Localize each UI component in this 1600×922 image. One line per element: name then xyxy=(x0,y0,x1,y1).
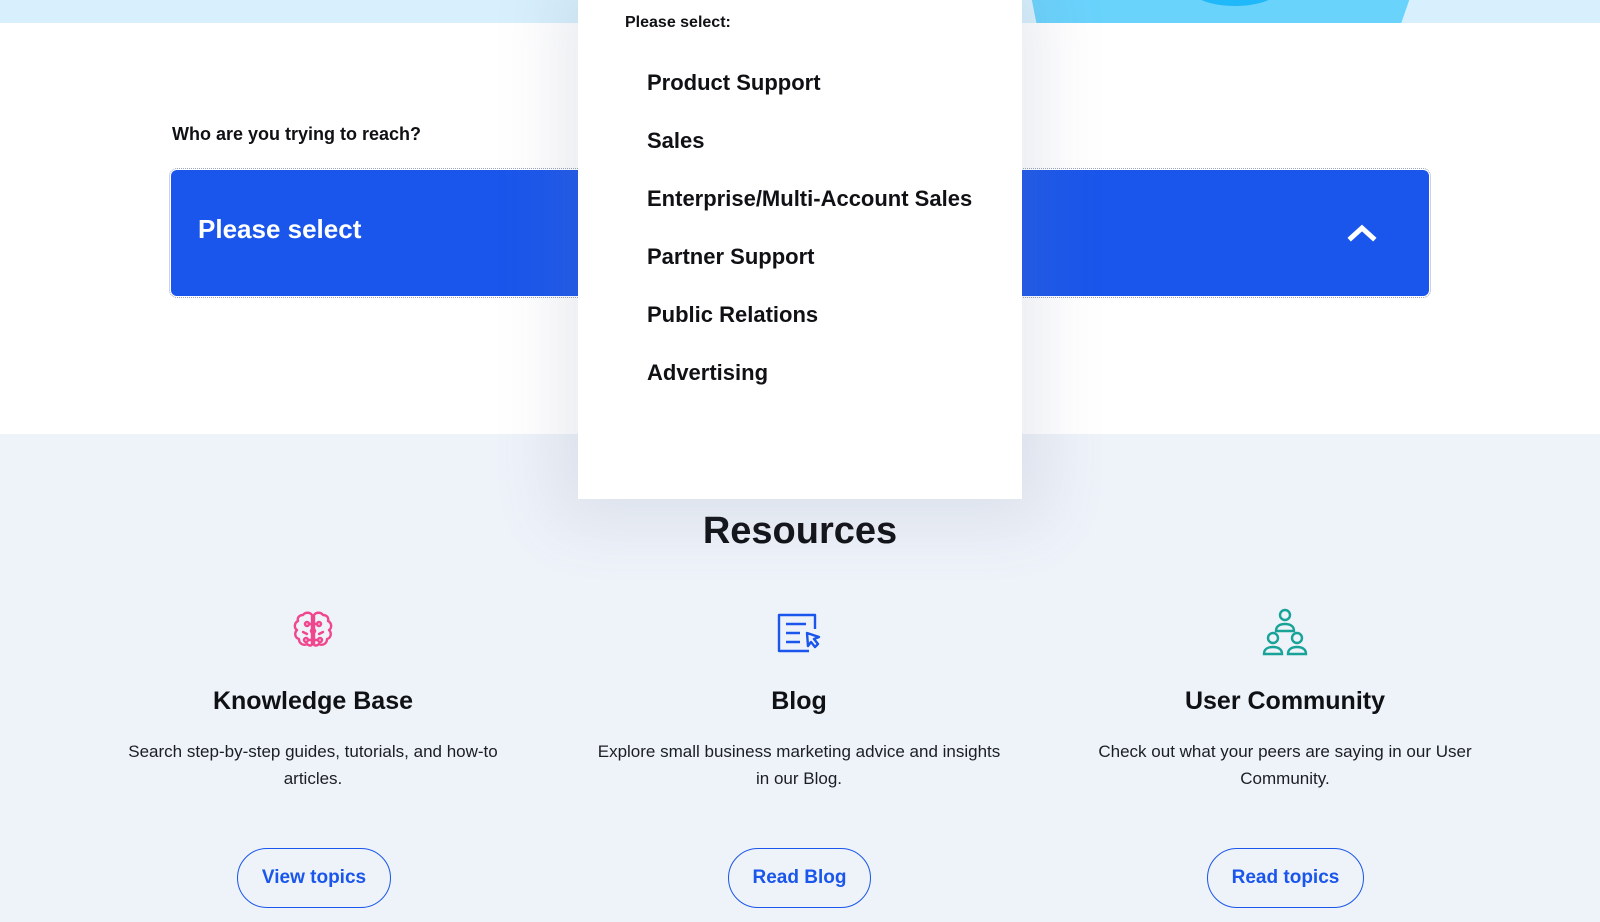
resource-title: Blog xyxy=(771,687,827,715)
dropdown-option-partner-support[interactable]: Partner Support xyxy=(647,238,977,276)
people-group-icon xyxy=(1262,608,1308,656)
resource-description: Check out what your peers are saying in … xyxy=(1098,742,1472,788)
resource-card-knowledge-base: Knowledge Base Search step-by-step guide… xyxy=(93,605,533,792)
dropdown-option-advertising[interactable]: Advertising xyxy=(647,354,977,392)
dropdown-option-enterprise-sales[interactable]: Enterprise/Multi-Account Sales xyxy=(647,180,977,218)
dropdown-options: Product Support Sales Enterprise/Multi-A… xyxy=(647,64,977,412)
resource-title: User Community xyxy=(1184,687,1386,715)
resource-description: Search step-by-step guides, tutorials, a… xyxy=(128,742,498,788)
dropdown-header: Please select: xyxy=(625,14,731,31)
blog-document-cursor-icon xyxy=(777,613,821,653)
dropdown-option-public-relations[interactable]: Public Relations xyxy=(647,296,977,334)
read-blog-button[interactable]: Read Blog xyxy=(728,848,871,908)
select-value: Please select xyxy=(198,214,362,244)
chevron-up-icon xyxy=(1347,224,1377,242)
resources-title: Resources xyxy=(702,510,898,552)
resource-description: Explore small business marketing advice … xyxy=(597,742,1001,788)
reach-label: Who are you trying to reach? xyxy=(172,124,422,144)
dropdown-option-product-support[interactable]: Product Support xyxy=(647,64,977,102)
resource-card-blog: Blog Explore small business marketing ad… xyxy=(579,605,1019,792)
dropdown-option-sales[interactable]: Sales xyxy=(647,122,977,160)
resource-card-user-community: User Community Check out what your peers… xyxy=(1065,605,1505,792)
reach-dropdown-menu: Please select: Product Support Sales Ent… xyxy=(578,0,1022,499)
resource-title: Knowledge Base xyxy=(212,687,414,715)
brain-icon xyxy=(293,611,333,647)
view-topics-button[interactable]: View topics xyxy=(237,848,391,908)
read-topics-button[interactable]: Read topics xyxy=(1207,848,1364,908)
